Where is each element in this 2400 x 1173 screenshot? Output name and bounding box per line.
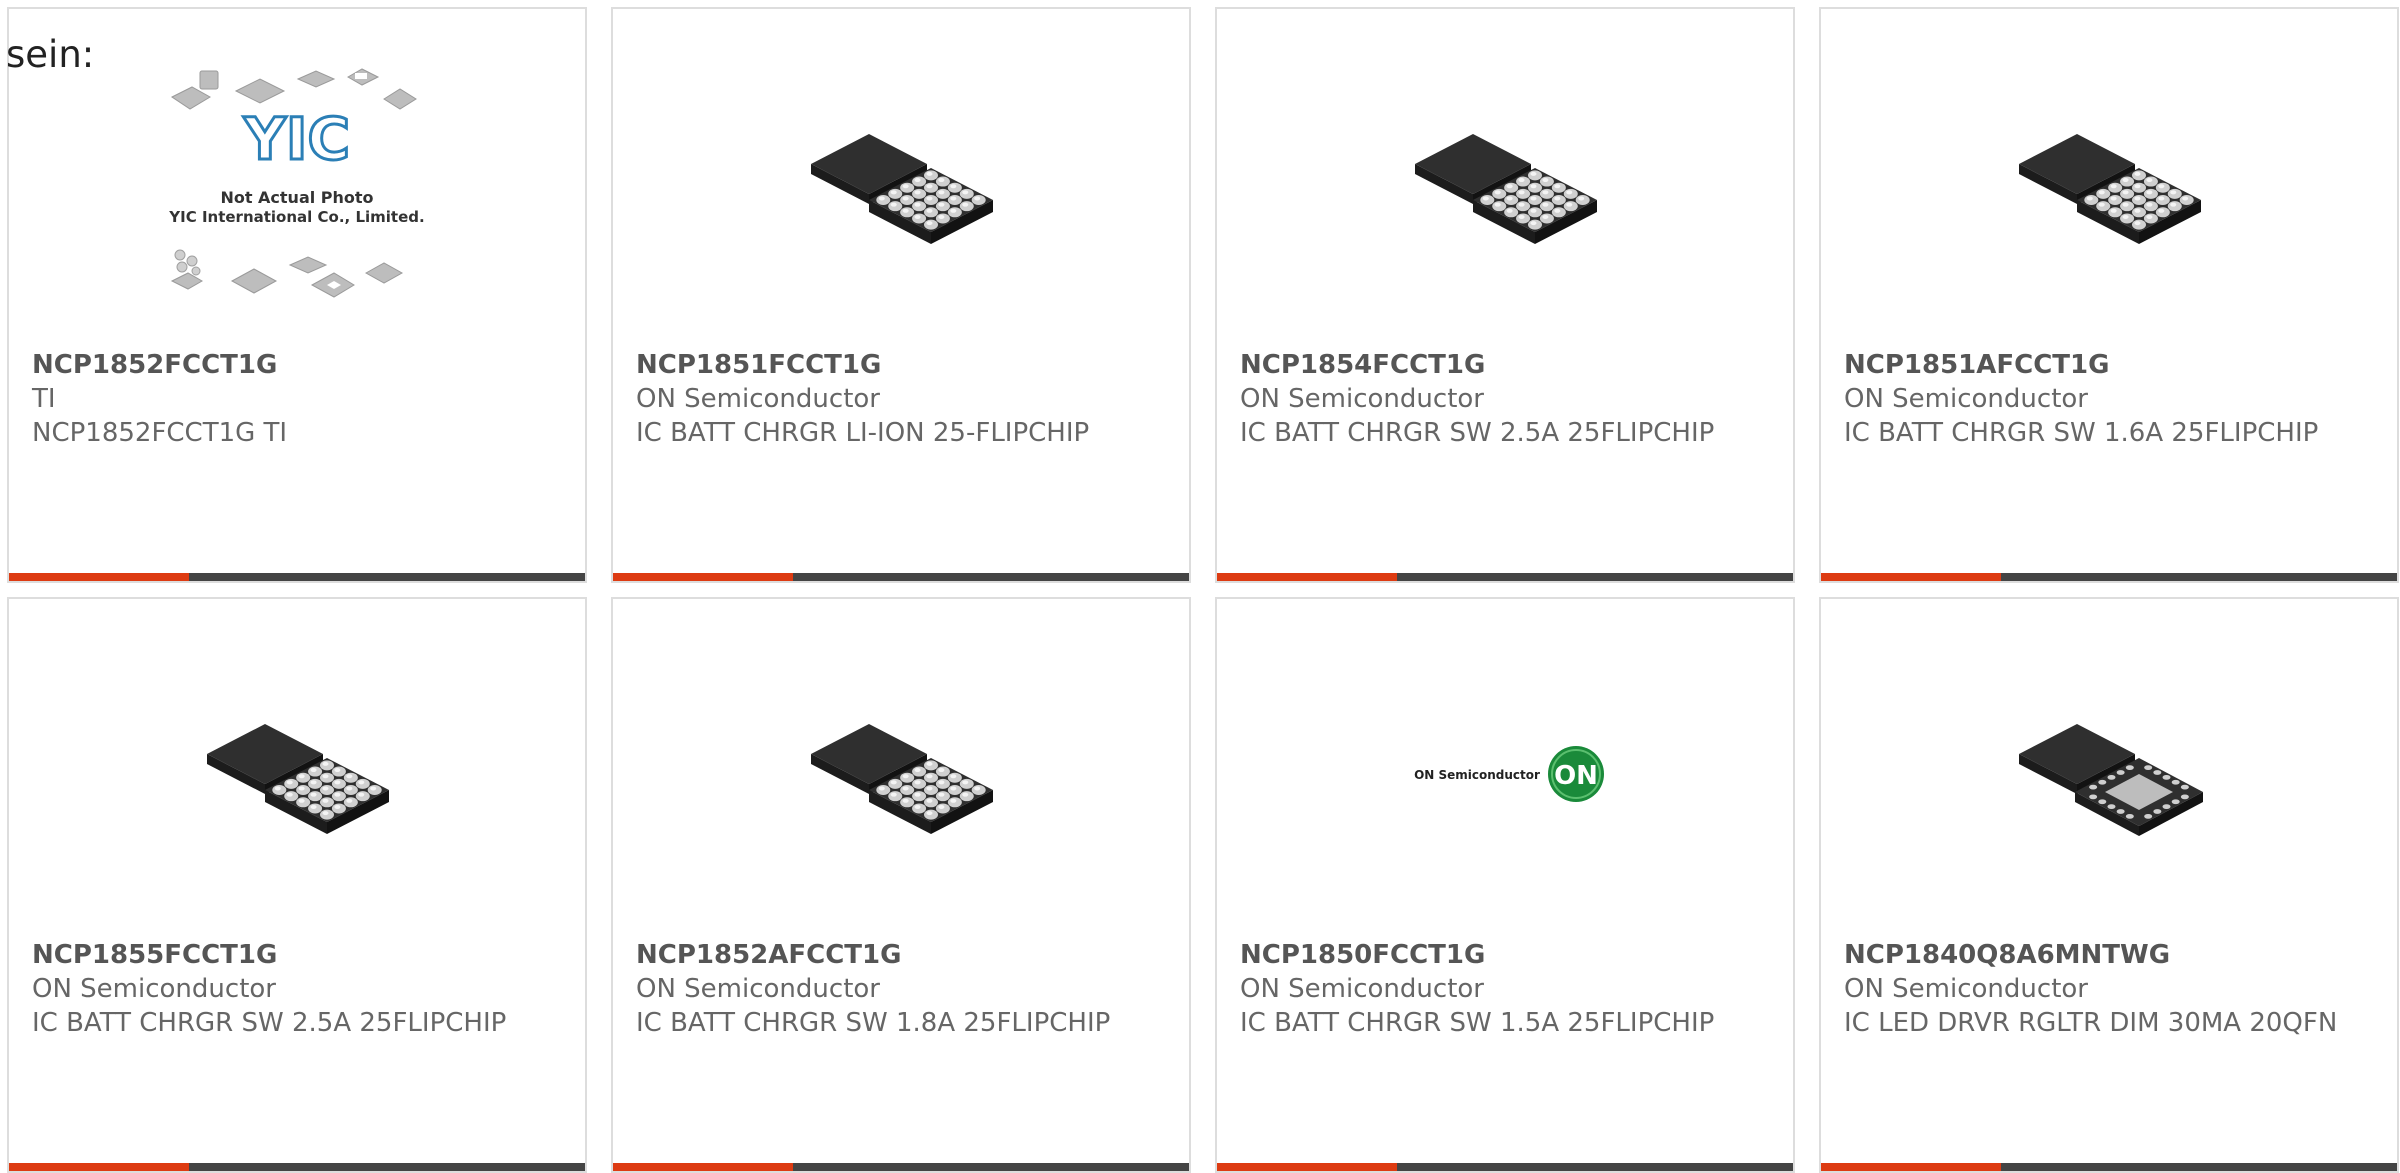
- card-footer-bar: [613, 573, 1189, 581]
- product-image[interactable]: [1821, 79, 2397, 289]
- product-image[interactable]: [613, 79, 1189, 289]
- card-footer-accent: [1217, 573, 1397, 581]
- card-footer-bar: [1217, 1163, 1793, 1171]
- product-card[interactable]: NCP1840Q8A6MNTWG ON Semiconductor IC LED…: [1819, 597, 2399, 1173]
- part-number[interactable]: NCP1855FCCT1G: [32, 938, 565, 972]
- card-footer-accent: [613, 1163, 793, 1171]
- part-number[interactable]: NCP1851AFCCT1G: [1844, 348, 2377, 382]
- part-number[interactable]: NCP1840Q8A6MNTWG: [1844, 938, 2377, 972]
- product-info: NCP1852FCCT1G TI NCP1852FCCT1G TI: [32, 348, 565, 450]
- product-card[interactable]: NCP1852AFCCT1G ON Semiconductor IC BATT …: [611, 597, 1191, 1173]
- product-card[interactable]: NCP1854FCCT1G ON Semiconductor IC BATT C…: [1215, 7, 1795, 583]
- description: IC BATT CHRGR LI-ION 25-FLIPCHIP: [636, 418, 1090, 448]
- product-info: NCP1850FCCT1G ON Semiconductor IC BATT C…: [1240, 938, 1773, 1040]
- card-footer-accent: [613, 573, 793, 581]
- manufacturer: ON Semiconductor: [1844, 384, 2088, 414]
- manufacturer: ON Semiconductor: [636, 384, 880, 414]
- bga-chip-icon: [2019, 134, 2201, 244]
- manufacturer: ON Semiconductor: [636, 974, 880, 1004]
- product-card[interactable]: ON Semiconductor ON NCP1850FCCT1G ON Sem…: [1215, 597, 1795, 1173]
- description: IC BATT CHRGR SW 2.5A 25FLIPCHIP: [1240, 418, 1715, 448]
- manufacturer: TI: [32, 384, 56, 414]
- product-card[interactable]: YIC Not Actual Photo YIC International C…: [7, 7, 587, 583]
- card-footer-accent: [1821, 573, 2001, 581]
- card-footer-bar: [1821, 1163, 2397, 1171]
- product-image[interactable]: [9, 669, 585, 879]
- card-footer-bar: [9, 1163, 585, 1171]
- product-card[interactable]: NCP1851AFCCT1G ON Semiconductor IC BATT …: [1819, 7, 2399, 583]
- product-grid: YIC Not Actual Photo YIC International C…: [7, 7, 2400, 1173]
- card-footer-bar: [9, 573, 585, 581]
- description: IC BATT CHRGR SW 1.6A 25FLIPCHIP: [1844, 418, 2319, 448]
- bga-chip-icon: [811, 724, 993, 834]
- placeholder-photo-icon: YIC Not Actual Photo YIC International C…: [168, 68, 425, 298]
- placeholder-caption-1: Not Actual Photo: [220, 188, 373, 207]
- part-number[interactable]: NCP1852FCCT1G: [32, 348, 565, 382]
- card-footer-bar: [1821, 573, 2397, 581]
- part-number[interactable]: NCP1851FCCT1G: [636, 348, 1169, 382]
- manufacturer: ON Semiconductor: [1240, 974, 1484, 1004]
- product-info: NCP1851FCCT1G ON Semiconductor IC BATT C…: [636, 348, 1169, 450]
- part-number[interactable]: NCP1854FCCT1G: [1240, 348, 1773, 382]
- product-image[interactable]: [613, 669, 1189, 879]
- product-info: NCP1840Q8A6MNTWG ON Semiconductor IC LED…: [1844, 938, 2377, 1040]
- qfn-chip-icon: [2019, 724, 2203, 836]
- product-image[interactable]: [1217, 79, 1793, 289]
- product-image[interactable]: YIC Not Actual Photo YIC International C…: [9, 68, 585, 298]
- card-footer-accent: [9, 1163, 189, 1171]
- product-card[interactable]: NCP1855FCCT1G ON Semiconductor IC BATT C…: [7, 597, 587, 1173]
- on-badge: ON: [1554, 761, 1598, 791]
- manufacturer: ON Semiconductor: [32, 974, 276, 1004]
- description: IC BATT CHRGR SW 1.5A 25FLIPCHIP: [1240, 1008, 1715, 1038]
- description: IC BATT CHRGR SW 1.8A 25FLIPCHIP: [636, 1008, 1111, 1038]
- on-wordmark: ON Semiconductor: [1414, 768, 1540, 782]
- product-image[interactable]: ON Semiconductor ON: [1217, 669, 1793, 879]
- yic-logo: YIC: [243, 105, 350, 173]
- card-footer-bar: [613, 1163, 1189, 1171]
- manufacturer: ON Semiconductor: [1240, 384, 1484, 414]
- card-footer-accent: [1217, 1163, 1397, 1171]
- bga-chip-icon: [811, 134, 993, 244]
- product-info: NCP1854FCCT1G ON Semiconductor IC BATT C…: [1240, 348, 1773, 450]
- manufacturer: ON Semiconductor: [1844, 974, 2088, 1004]
- bga-chip-icon: [207, 724, 389, 834]
- product-info: NCP1855FCCT1G ON Semiconductor IC BATT C…: [32, 938, 565, 1040]
- product-info: NCP1851AFCCT1G ON Semiconductor IC BATT …: [1844, 348, 2377, 450]
- product-image[interactable]: [1821, 669, 2397, 879]
- description: IC BATT CHRGR SW 2.5A 25FLIPCHIP: [32, 1008, 507, 1038]
- card-footer-bar: [1217, 573, 1793, 581]
- description: NCP1852FCCT1G TI: [32, 418, 288, 448]
- bga-chip-icon: [1415, 134, 1597, 244]
- on-semiconductor-logo-icon: ON Semiconductor ON: [1414, 746, 1604, 802]
- card-footer-accent: [1821, 1163, 2001, 1171]
- product-info: NCP1852AFCCT1G ON Semiconductor IC BATT …: [636, 938, 1169, 1040]
- part-number[interactable]: NCP1850FCCT1G: [1240, 938, 1773, 972]
- lead-text: sein:: [6, 33, 95, 76]
- placeholder-caption-2: YIC International Co., Limited.: [168, 208, 424, 226]
- description: IC LED DRVR RGLTR DIM 30MA 20QFN: [1844, 1008, 2338, 1038]
- product-card[interactable]: NCP1851FCCT1G ON Semiconductor IC BATT C…: [611, 7, 1191, 583]
- card-footer-accent: [9, 573, 189, 581]
- part-number[interactable]: NCP1852AFCCT1G: [636, 938, 1169, 972]
